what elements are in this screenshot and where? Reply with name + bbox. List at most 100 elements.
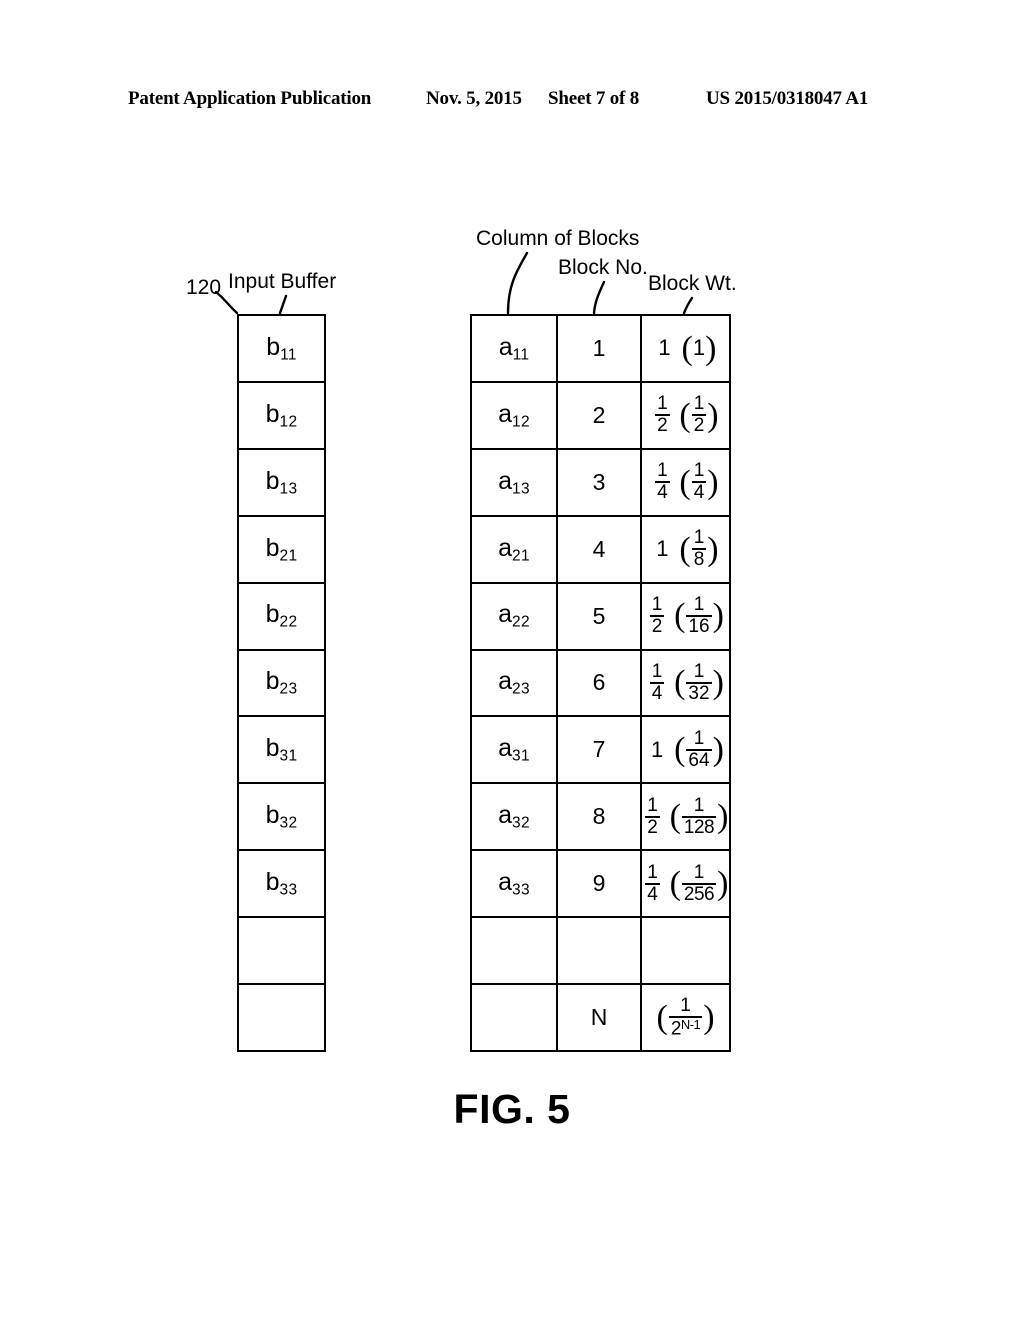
fraction: 12 bbox=[691, 394, 708, 436]
block-weight-cell: 1 2(1 2) bbox=[642, 383, 729, 448]
fraction-denominator: 256 bbox=[681, 882, 717, 905]
block-table-row: a33 9 1 4(1 256) bbox=[472, 851, 729, 919]
block-weight: 1(1) bbox=[642, 331, 729, 365]
block-weight-primary: 1 bbox=[658, 335, 671, 361]
block-weight-cell: 1 (1 8) bbox=[642, 517, 729, 582]
right-parenthesis: ) bbox=[703, 998, 715, 1036]
block-weight-cumulative: (1 32) bbox=[674, 662, 724, 704]
fraction-denominator: 4 bbox=[655, 481, 670, 504]
block-weight-cumulative: (1 2) bbox=[679, 394, 718, 436]
block-weight-primary: 12 bbox=[647, 595, 667, 637]
input-buffer-row: b11 bbox=[239, 316, 324, 383]
block-number-cell bbox=[558, 918, 642, 984]
fraction-denominator: 2N-1 bbox=[668, 1015, 703, 1040]
fraction-denominator: 2 bbox=[645, 815, 660, 838]
left-parenthesis: ( bbox=[674, 597, 686, 635]
block-weight: 1 (1 8) bbox=[642, 528, 729, 570]
block-weight-cell: 1 2 (1 128) bbox=[642, 784, 729, 849]
block-number-cell: 1 bbox=[558, 316, 642, 381]
block-weight-cumulative: (1 64) bbox=[674, 729, 724, 771]
input-buffer-row: b22 bbox=[239, 584, 324, 651]
block-weight-cell: 1 2(1 16) bbox=[642, 584, 729, 649]
label-block-wt: Block Wt. bbox=[648, 272, 737, 295]
input-buffer-cell: b31 bbox=[239, 717, 324, 782]
input-buffer-cell: b13 bbox=[239, 450, 324, 515]
fraction: 1 128 bbox=[681, 795, 717, 838]
left-parenthesis: ( bbox=[679, 463, 691, 501]
input-buffer-cell bbox=[239, 985, 324, 1050]
left-parenthesis: ( bbox=[674, 664, 686, 702]
fraction-numerator: 1 bbox=[693, 661, 705, 683]
fraction-numerator: 1 bbox=[647, 794, 658, 816]
input-buffer-cell: b22 bbox=[239, 584, 324, 649]
left-parenthesis: ( bbox=[669, 798, 681, 836]
block-weight: 1 2(1 2) bbox=[642, 394, 729, 436]
block-weight-cumulative-value: 1 bbox=[692, 335, 706, 361]
page-header: Patent Application Publication Nov. 5, 2… bbox=[128, 88, 896, 118]
fraction-numerator: 1 bbox=[680, 994, 691, 1016]
block-weight: 1(1 64) bbox=[642, 729, 729, 771]
block-weight-cell: 1(1 64) bbox=[642, 717, 729, 782]
fraction-denominator: 4 bbox=[649, 681, 665, 704]
fraction-denominator: 2 bbox=[655, 414, 670, 437]
block-symbol-cell: a32 bbox=[472, 784, 558, 850]
block-weight-cumulative: (1 8) bbox=[679, 528, 718, 570]
block-weight: (1 2N-1) bbox=[642, 994, 729, 1040]
leader-line-input-buffer bbox=[278, 294, 288, 315]
fraction: 1 256 bbox=[681, 862, 717, 905]
block-table-row bbox=[472, 918, 729, 986]
block-symbol-cell: a22 bbox=[472, 583, 558, 649]
input-buffer-row: b31 bbox=[239, 717, 324, 785]
fraction-numerator: 1 bbox=[647, 861, 658, 883]
block-number-cell: 6 bbox=[558, 650, 642, 716]
block-symbol-cell bbox=[472, 918, 558, 984]
leader-line-block-wt bbox=[682, 296, 694, 315]
block-weight-cumulative: (1 4) bbox=[679, 461, 718, 503]
fraction-numerator: 1 bbox=[651, 661, 663, 683]
fraction-numerator: 1 bbox=[693, 393, 705, 415]
block-symbol: a21 bbox=[498, 533, 530, 564]
block-number-cell: 3 bbox=[558, 449, 642, 515]
block-symbol-cell: a12 bbox=[472, 382, 558, 448]
block-weight-cell bbox=[642, 918, 729, 983]
block-number-cell: N bbox=[558, 985, 642, 1050]
label-input-buffer: Input Buffer bbox=[228, 270, 337, 293]
block-weight-cell: 1 4(1 32) bbox=[642, 651, 729, 716]
block-number-cell: 2 bbox=[558, 382, 642, 448]
block-weight-primary: 1 bbox=[656, 536, 669, 562]
block-weight-cell: 1 4(1 256) bbox=[642, 851, 729, 916]
block-symbol: a31 bbox=[498, 734, 530, 765]
fraction-numerator: 1 bbox=[657, 393, 668, 415]
fraction-denominator: 8 bbox=[691, 548, 707, 571]
input-buffer-cell: b23 bbox=[239, 651, 324, 716]
block-weight-primary: 14 bbox=[643, 861, 663, 905]
input-buffer-symbol: b21 bbox=[265, 533, 298, 564]
fraction-denominator: 4 bbox=[645, 882, 660, 905]
block-table-row: a21 4 1(1 8) bbox=[472, 516, 729, 584]
block-weight: 1 4(1 4) bbox=[642, 461, 729, 503]
right-parenthesis: ) bbox=[712, 597, 724, 635]
block-symbol: a11 bbox=[498, 332, 530, 364]
block-weight: 1 2 (1 128) bbox=[642, 794, 729, 838]
input-buffer-row: b21 bbox=[239, 517, 324, 584]
fraction-numerator: 1 bbox=[657, 460, 668, 482]
input-buffer-symbol: b13 bbox=[265, 466, 298, 497]
fraction-denominator: 2 bbox=[691, 414, 707, 437]
block-symbol: a33 bbox=[498, 868, 530, 899]
label-column-of-blocks: Column of Blocks bbox=[476, 227, 640, 250]
input-buffer-cell: b21 bbox=[239, 517, 324, 582]
fraction-denominator: 4 bbox=[691, 481, 707, 504]
header-sheet-text: Sheet 7 of 8 bbox=[548, 88, 640, 109]
right-parenthesis: ) bbox=[717, 798, 729, 836]
fraction: 18 bbox=[691, 528, 708, 570]
left-parenthesis: ( bbox=[674, 731, 686, 769]
block-weight-cell: 1(1) bbox=[642, 316, 729, 381]
block-weight: 1 2(1 16) bbox=[642, 595, 729, 637]
input-buffer-cell: b33 bbox=[239, 851, 324, 916]
left-parenthesis: ( bbox=[679, 530, 691, 568]
block-table-row: a31 7 1(1 64) bbox=[472, 717, 729, 785]
block-weight-cumulative: (1 2N-1) bbox=[656, 994, 715, 1040]
block-symbol-cell: a23 bbox=[472, 650, 558, 716]
leader-line-column-of-blocks bbox=[506, 251, 529, 315]
fraction-denominator: 16 bbox=[686, 615, 712, 638]
